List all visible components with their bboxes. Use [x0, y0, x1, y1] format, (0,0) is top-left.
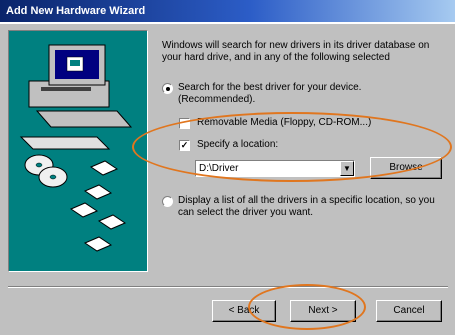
- display-list-radio[interactable]: [162, 196, 173, 207]
- window-title: Add New Hardware Wizard: [6, 5, 146, 17]
- button-separator: [8, 286, 448, 288]
- floppy-disk-icon: [69, 160, 127, 252]
- next-highlight-ellipse: [248, 284, 366, 330]
- search-best-radio[interactable]: [162, 83, 173, 94]
- title-bar: Add New Hardware Wizard: [0, 0, 455, 22]
- title-divider: [0, 22, 455, 24]
- illustration-art: [19, 44, 133, 252]
- cancel-button[interactable]: Cancel: [376, 300, 442, 322]
- cd-icon: [24, 154, 68, 188]
- intro-text: Windows will search for new drivers in i…: [162, 40, 430, 63]
- search-best-label: Search for the best driver for your devi…: [178, 82, 362, 105]
- display-list-label: Display a list of all the drivers in a s…: [178, 195, 435, 218]
- radio-selected-dot: [166, 87, 170, 91]
- wizard-illustration: [8, 30, 148, 272]
- location-highlight-ellipse: [132, 112, 452, 182]
- computer-icon: [19, 44, 133, 150]
